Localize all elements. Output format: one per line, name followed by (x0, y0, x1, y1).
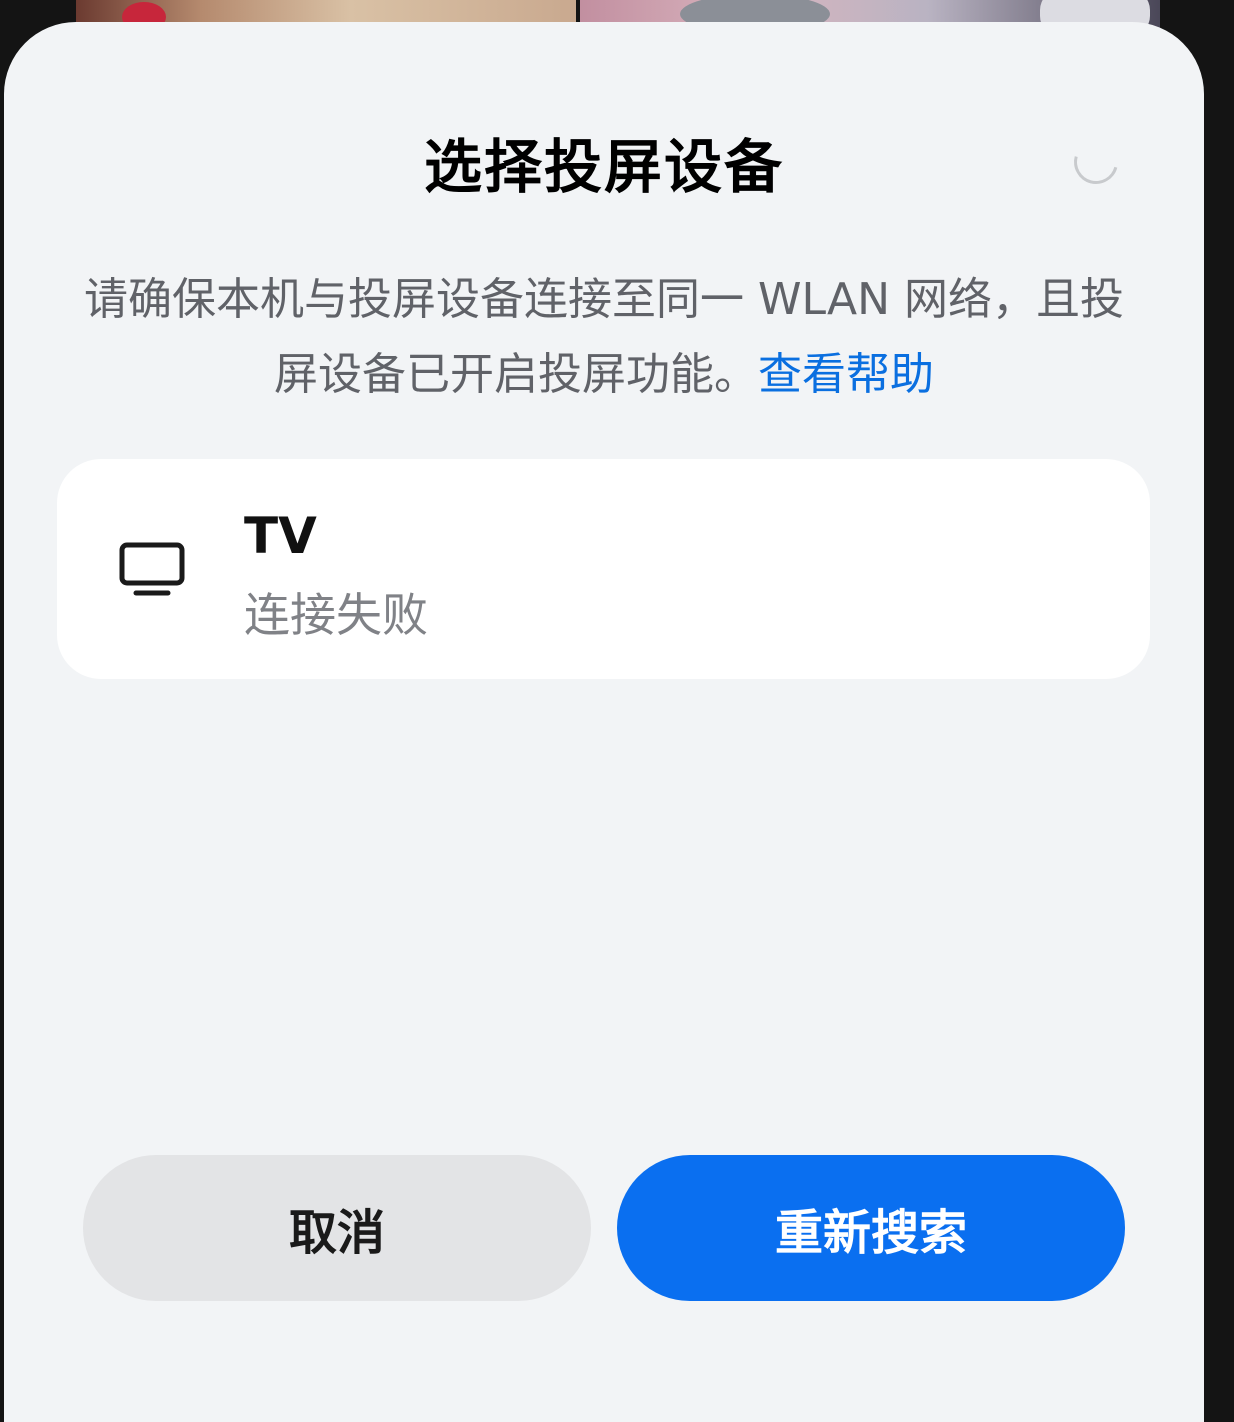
device-name: TV (244, 507, 317, 565)
help-link[interactable]: 查看帮助 (758, 349, 934, 400)
tv-icon (119, 542, 185, 596)
research-button[interactable]: 重新搜索 (617, 1155, 1125, 1301)
dialog-description: 请确保本机与投屏设备连接至同一 WLAN 网络，且投屏设备已开启投屏功能。查看帮… (64, 262, 1144, 412)
dialog-title: 选择投屏设备 (423, 133, 784, 201)
device-item-tv[interactable]: TV 连接失败 (57, 459, 1150, 679)
cancel-button[interactable]: 取消 (83, 1155, 591, 1301)
cast-device-sheet: 选择投屏设备 请确保本机与投屏设备连接至同一 WLAN 网络，且投屏设备已开启投… (4, 22, 1204, 1422)
description-text: 请确保本机与投屏设备连接至同一 WLAN 网络，且投屏设备已开启投屏功能。 (83, 274, 1124, 400)
device-status: 连接失败 (244, 588, 428, 642)
